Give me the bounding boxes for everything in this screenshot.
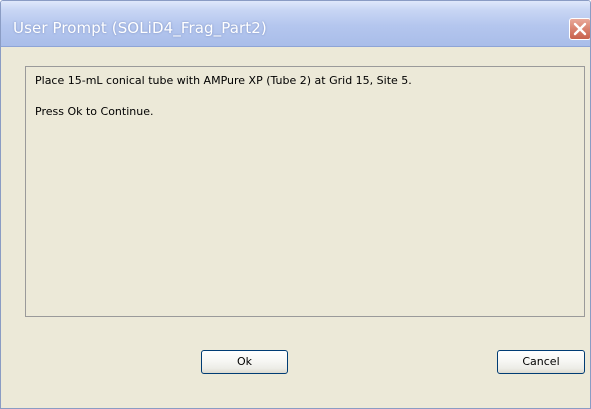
dialog-body: Place 15-mL conical tube with AMPure XP … [1,47,590,408]
cancel-button[interactable]: Cancel [497,350,585,374]
window-title: User Prompt (SOLiD4_Frag_Part2) [13,19,267,37]
dialog-window: User Prompt (SOLiD4_Frag_Part2) Place 15… [0,0,591,409]
message-panel: Place 15-mL conical tube with AMPure XP … [25,66,585,317]
title-bar[interactable]: User Prompt (SOLiD4_Frag_Part2) [1,1,590,47]
instruction-text: Place 15-mL conical tube with AMPure XP … [35,74,412,87]
close-icon [573,22,587,36]
close-button[interactable] [569,18,590,40]
ok-button[interactable]: Ok [201,350,288,374]
continue-prompt-text: Press Ok to Continue. [35,105,154,118]
